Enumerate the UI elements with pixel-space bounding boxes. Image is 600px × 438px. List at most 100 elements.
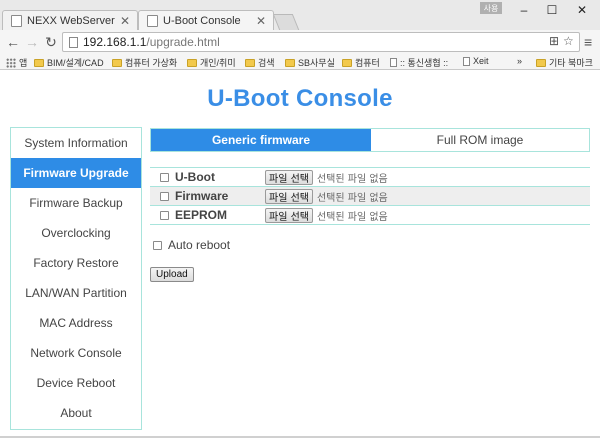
bookmark-label: 컴퓨터 bbox=[355, 58, 380, 68]
back-icon[interactable]: ← bbox=[5, 34, 21, 50]
page-title: U-Boot Console bbox=[207, 85, 393, 112]
tab-uboot-console[interactable]: U-Boot Console ✕ bbox=[138, 10, 274, 30]
apps-icon bbox=[6, 57, 16, 68]
eeprom-choose-file-button[interactable]: 파일 선택 bbox=[265, 207, 313, 223]
bookmark-label: 검색 bbox=[258, 58, 275, 68]
sidebar-item-firmware-upgrade[interactable]: Firmware Upgrade bbox=[11, 158, 141, 188]
address-bar[interactable]: 192.168.1.1/upgrade.html ⊞ ☆ bbox=[62, 32, 580, 52]
tab-title: NEXX WebServer bbox=[27, 14, 115, 27]
page-icon bbox=[390, 58, 397, 67]
tab-close-icon[interactable]: ✕ bbox=[120, 14, 130, 28]
browser-titlebar: NEXX WebServer ✕ U-Boot Console ✕ 사용 – ☐… bbox=[0, 0, 600, 30]
firmware-tabs: Generic firmware Full ROM image bbox=[150, 128, 590, 152]
tab-close-icon[interactable]: ✕ bbox=[256, 14, 266, 28]
sidebar-item-factory-restore[interactable]: Factory Restore bbox=[11, 248, 141, 278]
bookmark-folder-office[interactable]: SB사무실 bbox=[285, 56, 335, 69]
uboot-checkbox[interactable] bbox=[160, 172, 169, 182]
page-icon bbox=[463, 56, 470, 66]
folder-icon bbox=[536, 58, 546, 67]
menu-icon[interactable]: ≡ bbox=[584, 34, 592, 50]
bookmark-folder-computer[interactable]: 컴퓨터 bbox=[342, 56, 380, 69]
folder-icon bbox=[34, 58, 44, 67]
table-row-eeprom: EEPROM 파일 선택 선택된 파일 없음 bbox=[150, 206, 590, 225]
tab-nexx-webserver[interactable]: NEXX WebServer ✕ bbox=[2, 10, 138, 30]
auto-reboot-checkbox[interactable] bbox=[153, 240, 162, 250]
url-path: /upgrade.html bbox=[146, 35, 220, 49]
auto-reboot-option[interactable]: Auto reboot bbox=[153, 238, 230, 252]
auto-reboot-label: Auto reboot bbox=[168, 238, 231, 252]
bookmark-label: :: 통신생협 :: bbox=[400, 58, 449, 68]
url-host: 192.168.1.1 bbox=[83, 35, 147, 49]
page-icon bbox=[69, 37, 78, 48]
upgrade-panel: Generic firmware Full ROM image U-Boot 파… bbox=[150, 128, 590, 225]
tab-generic-firmware[interactable]: Generic firmware bbox=[151, 129, 371, 151]
folder-icon bbox=[245, 58, 255, 67]
firmware-choose-file-button[interactable]: 파일 선택 bbox=[265, 188, 313, 204]
bookmark-folder-hobby[interactable]: 개인/취미 bbox=[187, 56, 236, 69]
bookmark-label: 기타 북마크 bbox=[549, 58, 593, 68]
eeprom-file-picker: 파일 선택 선택된 파일 없음 bbox=[265, 207, 388, 223]
uboot-choose-file-button[interactable]: 파일 선택 bbox=[265, 169, 313, 185]
bookmark-folder-bim[interactable]: BIM/설계/CAD bbox=[34, 56, 104, 69]
folder-icon bbox=[112, 58, 122, 67]
tab-full-rom-image[interactable]: Full ROM image bbox=[371, 129, 589, 151]
page-content: U-Boot Console System Information Firmwa… bbox=[0, 71, 600, 438]
forward-icon[interactable]: → bbox=[24, 34, 40, 50]
firmware-checkbox[interactable] bbox=[160, 191, 169, 201]
sidebar-item-firmware-backup[interactable]: Firmware Backup bbox=[11, 188, 141, 218]
folder-icon bbox=[342, 58, 352, 67]
sidebar-item-overclocking[interactable]: Overclocking bbox=[11, 218, 141, 248]
row-label-cell: Firmware bbox=[150, 189, 265, 203]
close-window-icon[interactable]: ✕ bbox=[568, 0, 596, 20]
folder-icon bbox=[187, 58, 197, 67]
bookmark-label: Xeit bbox=[473, 56, 489, 66]
browser-toolbar: ← → ↻ 192.168.1.1/upgrade.html ⊞ ☆ ≡ bbox=[0, 30, 600, 54]
page-icon bbox=[11, 15, 22, 27]
bookmark-label: SB사무실 bbox=[298, 58, 335, 68]
uboot-file-status: 선택된 파일 없음 bbox=[316, 173, 388, 185]
bookmarks-bar: 앱 BIM/설계/CAD 컴퓨터 가상화 개인/취미 검색 SB사무실 컴퓨터 … bbox=[0, 54, 600, 70]
bookmarks-overflow-icon[interactable]: » bbox=[517, 56, 522, 66]
new-tab-button[interactable] bbox=[272, 14, 300, 30]
firmware-file-status: 선택된 파일 없음 bbox=[316, 192, 388, 204]
sidebar-item-system-information[interactable]: System Information bbox=[11, 128, 141, 158]
bookmark-apps[interactable]: 앱 bbox=[6, 56, 27, 69]
bookmark-other[interactable]: 기타 북마크 bbox=[536, 56, 593, 69]
sidebar-item-mac-address[interactable]: MAC Address bbox=[11, 308, 141, 338]
bookmark-label: BIM/설계/CAD bbox=[47, 58, 104, 68]
sidebar-item-device-reboot[interactable]: Device Reboot bbox=[11, 368, 141, 398]
sidebar-item-network-console[interactable]: Network Console bbox=[11, 338, 141, 368]
translate-icon[interactable]: ⊞ bbox=[549, 34, 559, 48]
page-icon bbox=[147, 15, 158, 27]
firmware-file-picker: 파일 선택 선택된 파일 없음 bbox=[265, 188, 388, 204]
row-label-cell: EEPROM bbox=[150, 208, 265, 222]
bookmark-folder-virtualization[interactable]: 컴퓨터 가상화 bbox=[112, 56, 177, 69]
reload-icon[interactable]: ↻ bbox=[43, 34, 59, 51]
firmware-file-table: U-Boot 파일 선택 선택된 파일 없음 Firmware 파일 선택 선택… bbox=[150, 167, 590, 225]
bookmark-label: 앱 bbox=[19, 58, 28, 68]
star-icon[interactable]: ☆ bbox=[563, 34, 574, 48]
folder-icon bbox=[285, 58, 295, 67]
bookmark-xeit[interactable]: Xeit bbox=[463, 56, 489, 66]
eeprom-file-status: 선택된 파일 없음 bbox=[316, 211, 388, 223]
uboot-file-picker: 파일 선택 선택된 파일 없음 bbox=[265, 169, 388, 185]
bookmark-folder-search[interactable]: 검색 bbox=[245, 56, 275, 69]
table-row-firmware: Firmware 파일 선택 선택된 파일 없음 bbox=[150, 187, 590, 206]
profile-badge[interactable]: 사용 bbox=[480, 2, 502, 14]
row-label-cell: U-Boot bbox=[150, 170, 265, 184]
eeprom-checkbox[interactable] bbox=[160, 210, 169, 220]
bookmark-label: 개인/취미 bbox=[200, 58, 236, 68]
bookmark-coop[interactable]: :: 통신생협 :: bbox=[390, 56, 448, 69]
maximize-icon[interactable]: ☐ bbox=[538, 0, 566, 20]
minimize-icon[interactable]: – bbox=[510, 0, 538, 20]
firmware-label: Firmware bbox=[175, 189, 229, 203]
sidebar-item-about[interactable]: About bbox=[11, 398, 141, 428]
upload-button[interactable]: Upload bbox=[150, 267, 194, 282]
tab-title: U-Boot Console bbox=[163, 14, 241, 27]
table-row-uboot: U-Boot 파일 선택 선택된 파일 없음 bbox=[150, 168, 590, 187]
uboot-label: U-Boot bbox=[175, 170, 215, 184]
bookmark-label: 컴퓨터 가상화 bbox=[125, 58, 178, 68]
eeprom-label: EEPROM bbox=[175, 208, 228, 222]
sidebar-item-lan-wan-partition[interactable]: LAN/WAN Partition bbox=[11, 278, 141, 308]
sidebar-menu: System Information Firmware Upgrade Firm… bbox=[10, 127, 142, 430]
